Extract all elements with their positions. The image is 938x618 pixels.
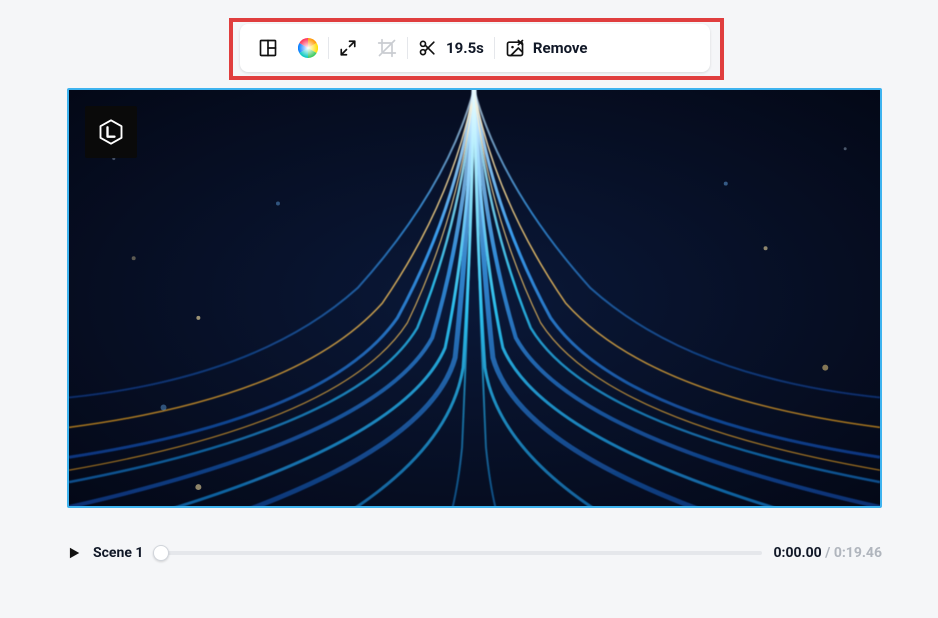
scene-label: Scene 1	[93, 545, 143, 561]
remove-image-icon	[505, 38, 525, 58]
trim-button[interactable]: 19.5s	[408, 32, 494, 64]
trim-duration-label: 19.5s	[446, 39, 484, 57]
layout-icon	[258, 38, 278, 58]
time-current: 0:00.00	[774, 545, 822, 561]
crop-disabled-icon	[377, 38, 397, 58]
fit-button[interactable]	[329, 32, 367, 64]
play-icon	[67, 546, 81, 560]
remove-button-label: Remove	[533, 39, 588, 57]
expand-icon	[339, 39, 357, 57]
play-button[interactable]	[67, 546, 81, 560]
logo-overlay[interactable]	[85, 106, 137, 158]
time-total: 0:19.46	[834, 545, 882, 561]
color-button[interactable]	[288, 32, 328, 64]
timeline: Scene 1 0:00.00 / 0:19.46	[67, 533, 882, 573]
timeline-track-bar	[161, 551, 761, 555]
color-wheel-icon	[298, 38, 318, 58]
scene-media-preview	[69, 90, 880, 506]
crop-button[interactable]	[367, 32, 407, 64]
scene-toolbar: 19.5s Remove	[240, 24, 710, 72]
remove-button[interactable]: Remove	[495, 32, 598, 64]
timeline-track[interactable]	[161, 543, 761, 563]
layout-button[interactable]	[248, 32, 288, 64]
timeline-playhead[interactable]	[153, 545, 169, 561]
scene-canvas[interactable]	[67, 88, 882, 508]
time-separator: /	[822, 545, 834, 561]
scissors-icon	[418, 38, 438, 58]
time-display: 0:00.00 / 0:19.46	[774, 545, 883, 561]
hex-logo-icon	[97, 118, 125, 146]
